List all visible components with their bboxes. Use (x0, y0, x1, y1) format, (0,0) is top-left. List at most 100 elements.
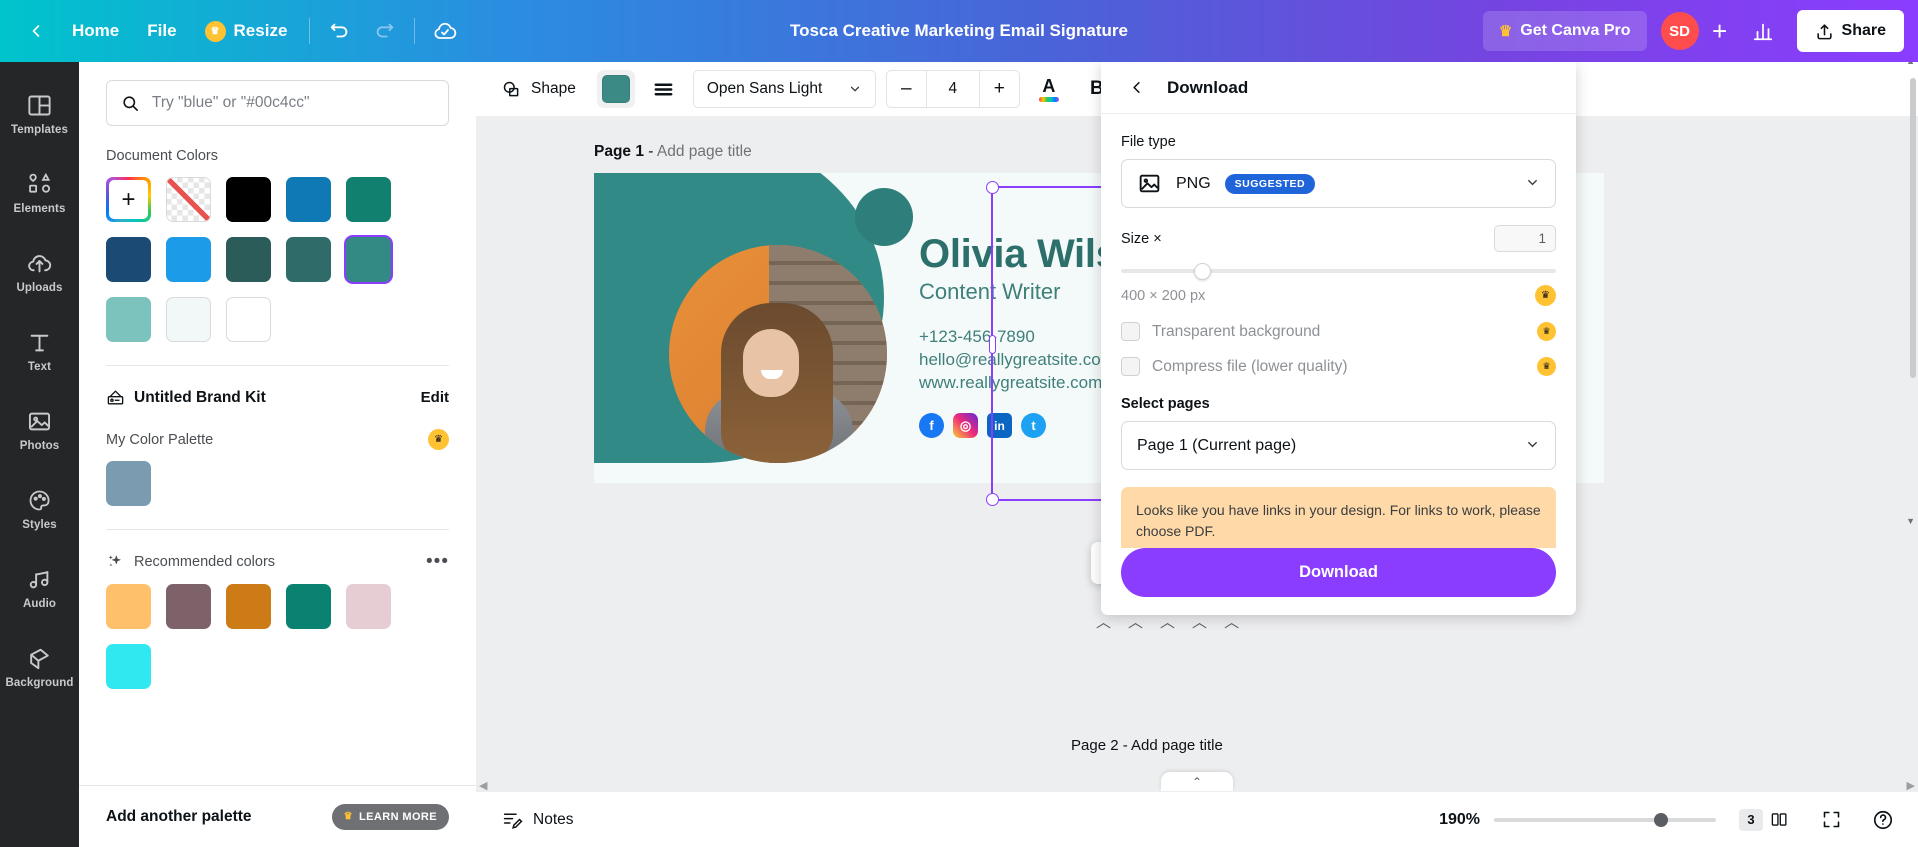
rec-swatch-mauve[interactable] (166, 584, 211, 629)
color-swatch-black[interactable] (226, 177, 271, 222)
cloud-saved-button[interactable] (423, 11, 467, 51)
color-swatch-selected-teal[interactable] (346, 237, 391, 282)
document-colors-title: Document Colors (106, 148, 219, 164)
linkedin-icon[interactable]: in (987, 413, 1012, 438)
download-back-button[interactable] (1121, 73, 1151, 103)
download-button[interactable]: Download (1121, 548, 1556, 597)
palette-swatch-steel-blue[interactable] (106, 461, 151, 506)
no-color-swatch[interactable] (166, 177, 211, 222)
learn-more-button[interactable]: ♛ LEARN MORE (331, 803, 449, 830)
size-multiplier-input[interactable]: 1 (1494, 225, 1556, 252)
font-size-increase-button[interactable]: + (980, 71, 1019, 107)
sidebar-item-elements[interactable]: Elements (0, 153, 79, 232)
notes-button[interactable]: Notes (492, 801, 584, 838)
color-search-box[interactable] (106, 80, 449, 126)
home-button[interactable]: Home (58, 11, 133, 51)
sidebar-label-photos: Photos (19, 439, 60, 452)
dimensions-row: 400 × 200 px ♛ (1121, 285, 1556, 306)
resize-button[interactable]: ♛ Resize (191, 11, 302, 51)
instagram-icon[interactable]: ◎ (953, 413, 978, 438)
sidebar-item-uploads[interactable]: Uploads (0, 232, 79, 311)
download-panel-scrollbar[interactable]: ▲ ▼ (1906, 56, 1916, 526)
panel-divider-1 (106, 365, 449, 366)
shape-button[interactable]: Shape (490, 70, 587, 108)
rec-swatch-pink-blush[interactable] (346, 584, 391, 629)
sidebar-item-styles[interactable]: Styles (0, 469, 79, 548)
color-swatch-blue[interactable] (286, 177, 331, 222)
twitter-icon[interactable]: t (1021, 413, 1046, 438)
add-collaborator-button[interactable]: + (1703, 14, 1737, 48)
back-button[interactable] (14, 11, 58, 51)
font-size-decrease-button[interactable]: – (887, 71, 926, 107)
brand-kit-title[interactable]: Untitled Brand Kit (106, 388, 266, 407)
insights-button[interactable] (1741, 11, 1785, 51)
color-swatch-light-teal[interactable] (106, 297, 151, 342)
redo-button[interactable] (362, 11, 406, 51)
fullscreen-button[interactable] (1812, 801, 1850, 839)
rec-swatch-teal[interactable] (286, 584, 331, 629)
size-slider-knob[interactable] (1194, 262, 1211, 280)
pages-grid-button[interactable]: 3 (1730, 802, 1798, 838)
rec-swatch-light-orange[interactable] (106, 584, 151, 629)
photos-icon (28, 412, 51, 430)
zoom-slider-knob[interactable] (1654, 812, 1668, 827)
avatar[interactable]: SD (1660, 12, 1699, 50)
facebook-icon[interactable]: f (919, 413, 944, 438)
transparent-background-row[interactable]: Transparent background ♛ (1121, 322, 1556, 341)
sidebar-item-templates[interactable]: Templates (0, 74, 79, 153)
page2-label[interactable]: Page 2 - Add page title (1071, 737, 1223, 754)
compress-crown-icon: ♛ (1537, 357, 1556, 376)
size-slider[interactable] (1121, 262, 1556, 280)
zoom-slider[interactable] (1494, 812, 1716, 827)
scroll-left-arrow[interactable]: ◀ (479, 779, 487, 792)
color-swatch-dark-teal[interactable] (226, 237, 271, 282)
profile-photo[interactable] (669, 245, 887, 463)
grid-pages-icon (1771, 813, 1787, 826)
compress-file-row[interactable]: Compress file (lower quality) ♛ (1121, 357, 1556, 376)
color-swatch-off-white[interactable] (166, 297, 211, 342)
undo-button[interactable] (318, 11, 362, 51)
color-search-input[interactable] (151, 94, 434, 112)
add-another-palette-link[interactable]: Add another palette (106, 808, 252, 826)
color-swatch-slate-teal[interactable] (286, 237, 331, 282)
scroll-right-arrow[interactable]: ▶ (1907, 779, 1915, 792)
font-size-value[interactable]: 4 (925, 71, 980, 107)
download-panel-body[interactable]: File type PNG SUGGESTED Size × 1 400 × 2… (1101, 114, 1576, 548)
scroll-down-arrow[interactable]: ▼ (1906, 516, 1915, 526)
dimensions-text: 400 × 200 px (1121, 287, 1206, 304)
collapse-panel-tab[interactable]: ⌃ (1161, 772, 1233, 791)
compress-file-checkbox[interactable] (1121, 357, 1140, 376)
help-button[interactable] (1864, 801, 1902, 839)
color-swatch-navy[interactable] (106, 237, 151, 282)
align-button[interactable] (645, 70, 683, 108)
sidebar-item-photos[interactable]: Photos (0, 390, 79, 469)
palette-swatches (106, 461, 449, 506)
transparent-background-checkbox[interactable] (1121, 322, 1140, 341)
rec-swatch-burnt-orange[interactable] (226, 584, 271, 629)
add-color-swatch[interactable]: + (106, 177, 151, 222)
share-button[interactable]: Share (1796, 10, 1904, 52)
chevron-left-icon (1132, 81, 1140, 94)
recommended-more-button[interactable]: ••• (426, 552, 449, 571)
brand-kit-edit-link[interactable]: Edit (421, 389, 449, 406)
text-color-button[interactable]: A (1030, 70, 1068, 108)
font-family-select[interactable]: Open Sans Light (692, 70, 876, 108)
teal-dot-shape[interactable] (855, 188, 913, 246)
color-swatch-sky-blue[interactable] (166, 237, 211, 282)
fill-color-button[interactable] (601, 75, 630, 103)
resize-label: Resize (233, 21, 288, 40)
get-canva-pro-button[interactable]: ♛ Get Canva Pro (1482, 11, 1647, 51)
select-pages-dropdown[interactable]: Page 1 (Current page) (1121, 421, 1556, 470)
color-swatch-white[interactable] (226, 297, 271, 342)
transparent-background-label: Transparent background (1152, 322, 1321, 340)
file-menu-button[interactable]: File (133, 11, 190, 51)
resize-handle-bottom-left[interactable] (986, 493, 999, 506)
file-type-select[interactable]: PNG SUGGESTED (1121, 159, 1556, 208)
page-label[interactable]: Page 1 - Add page title (594, 143, 752, 161)
sidebar-item-background[interactable]: Background (0, 627, 79, 706)
sidebar-item-text[interactable]: Text (0, 311, 79, 390)
rec-swatch-cyan[interactable] (106, 644, 151, 689)
download-scroll-thumb[interactable] (1910, 78, 1916, 378)
sidebar-item-audio[interactable]: Audio (0, 548, 79, 627)
color-swatch-teal-green[interactable] (346, 177, 391, 222)
